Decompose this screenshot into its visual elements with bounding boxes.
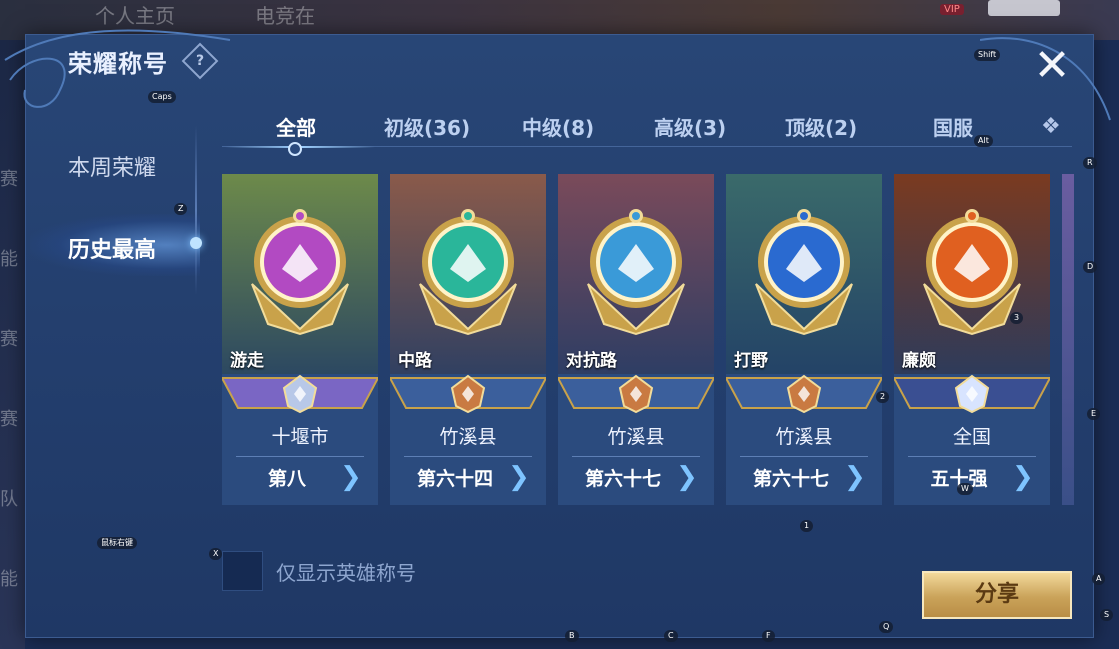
hero-title-only-checkbox[interactable] — [222, 551, 263, 591]
card-rank: 第六十七 — [584, 468, 661, 490]
key-hint-c: C — [664, 630, 678, 642]
card-position-name: 对抗路 — [566, 351, 617, 371]
key-hint-caps: Caps — [148, 91, 176, 103]
position-emblem-icon — [587, 209, 685, 336]
chevron-right-icon[interactable]: ❯ — [676, 462, 698, 492]
rank-tier-ribbon — [558, 374, 714, 414]
background-left-char: 赛 — [0, 409, 18, 430]
position-emblem-icon — [923, 209, 1021, 336]
card-region-name: 竹溪县 — [775, 426, 833, 448]
key-hint-3: 3 — [1010, 312, 1024, 324]
card-divider — [908, 456, 1036, 457]
card-artwork — [894, 174, 1050, 374]
chevron-right-icon[interactable]: ❯ — [340, 462, 362, 492]
key-hint-r: R — [1083, 157, 1097, 169]
card-region-name: 竹溪县 — [439, 426, 497, 448]
card-position-name: 中路 — [398, 351, 432, 371]
chevron-right-icon[interactable]: ❯ — [844, 462, 866, 492]
share-button[interactable]: 分享 — [922, 571, 1072, 619]
card-region-name: 竹溪县 — [607, 426, 665, 448]
position-emblem-icon — [419, 209, 517, 336]
tab-national[interactable]: 国服 — [933, 112, 973, 141]
card-region-name: 十堰市 — [271, 426, 329, 448]
rank-tier-ribbon — [894, 374, 1050, 414]
card-artwork — [726, 174, 882, 374]
close-button[interactable]: ✕ — [1030, 44, 1074, 88]
sidebar-active-dot — [190, 237, 202, 249]
card-position-name: 打野 — [734, 351, 768, 371]
panel-swirl-decoration — [4, 29, 231, 108]
card-rank: 第六十四 — [416, 468, 493, 490]
background-left-char: 赛 — [0, 169, 18, 190]
background-left-char: 赛 — [0, 329, 18, 350]
title-card[interactable]: 廉颇 全国 五十强 ❯ — [894, 174, 1050, 505]
key-hint-f: F — [762, 630, 775, 642]
chevron-right-icon[interactable]: ❯ — [508, 462, 530, 492]
tab-active-knot — [288, 142, 302, 156]
key-hint-2: 2 — [876, 391, 890, 403]
key-hint-w: W — [957, 483, 973, 495]
tab-intermediate[interactable]: 中级(8) — [522, 112, 594, 141]
key-hint-d: D — [1083, 261, 1098, 273]
key-hint-a: A — [1092, 573, 1106, 585]
position-emblem-icon — [251, 209, 349, 336]
title-card[interactable]: 对抗路竹溪县第六十七 ❯ — [558, 174, 714, 505]
help-icon-glyph: ? — [195, 53, 205, 69]
card-position-name: 游走 — [230, 351, 264, 371]
card-rank: 第八 — [267, 468, 306, 490]
card-artwork — [390, 174, 546, 374]
key-hint-e: E — [1087, 408, 1101, 420]
background-left-char: 能 — [0, 569, 18, 590]
position-emblem-icon — [755, 209, 853, 336]
key-hint-alt: Alt — [974, 135, 993, 147]
card-divider — [740, 456, 868, 457]
tab-scroll-icon[interactable]: ❖ — [1041, 114, 1061, 139]
card-artwork — [558, 174, 714, 374]
tab-all[interactable]: 全部 — [276, 112, 316, 141]
title-card[interactable]: 游走十堰市第八 ❯ — [222, 174, 378, 505]
title-card[interactable]: 打野竹溪县第六十七 ❯ — [726, 174, 882, 505]
card-divider — [572, 456, 700, 457]
tab-advanced[interactable]: 高级(3) — [654, 112, 726, 141]
rank-tier-ribbon — [390, 374, 546, 414]
tab-top[interactable]: 顶级(2) — [785, 112, 857, 141]
panel-title: 荣耀称号 — [68, 50, 168, 78]
key-hint-b: B — [565, 630, 579, 642]
sidebar-item-weekly-honor[interactable]: 本周荣耀 — [68, 150, 156, 182]
background-top-pill — [988, 0, 1060, 16]
sidebar-item-historical-best[interactable]: 历史最高 — [68, 232, 156, 264]
key-hint-mouse-right: 鼠标右键 — [97, 537, 137, 549]
card-divider — [236, 456, 364, 457]
key-hint-1: 1 — [800, 520, 814, 532]
vip-badge: VIP — [940, 4, 964, 15]
background-left-char: 能 — [0, 249, 18, 270]
key-hint-s: S — [1100, 609, 1114, 621]
next-card-peek[interactable] — [1062, 174, 1074, 505]
card-artwork — [222, 174, 378, 374]
key-hint-q: Q — [879, 621, 894, 633]
tab-beginner[interactable]: 初级(36) — [384, 112, 470, 141]
card-divider — [404, 456, 532, 457]
key-hint-shift: Shift — [974, 49, 1001, 61]
card-position-name: 廉颇 — [902, 351, 936, 371]
hero-title-only-label: 仅显示英雄称号 — [276, 561, 416, 585]
card-region-name: 全国 — [952, 426, 991, 448]
title-card[interactable]: 中路竹溪县第六十四 ❯ — [390, 174, 546, 505]
background-esports-text: 电竞在 — [255, 4, 315, 28]
sidebar-divider — [195, 125, 197, 295]
card-rank: 第六十七 — [752, 468, 829, 490]
chevron-right-icon[interactable]: ❯ — [1012, 462, 1034, 492]
rank-tier-ribbon — [222, 374, 378, 414]
background-left-char: 队 — [0, 489, 18, 510]
rank-tier-ribbon — [726, 374, 882, 414]
